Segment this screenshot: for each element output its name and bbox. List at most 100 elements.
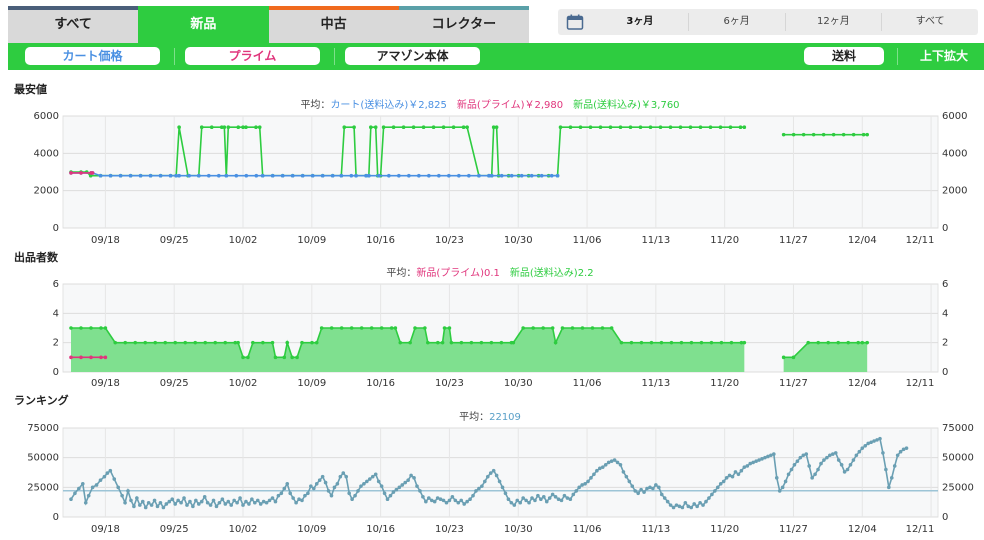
data-point [688, 125, 693, 129]
data-point [627, 479, 632, 484]
tab-new[interactable]: 新品 [138, 6, 269, 43]
range-all[interactable]: すべて [881, 13, 978, 31]
data-point [206, 173, 211, 178]
data-point [261, 340, 265, 345]
data-point [698, 500, 702, 505]
data-point [369, 326, 374, 330]
data-point [539, 497, 543, 502]
data-point [155, 504, 160, 509]
data-point [379, 326, 384, 330]
x-tick-label: 10/30 [504, 235, 533, 246]
data-point [629, 340, 634, 345]
data-point [132, 504, 136, 509]
data-point [598, 125, 603, 129]
data-point [772, 452, 776, 456]
legend-prefix: 平均： [300, 99, 330, 111]
chart-legend: 平均：22109 [459, 411, 521, 423]
data-point [562, 493, 567, 498]
data-point [234, 173, 239, 178]
data-point [253, 500, 257, 505]
vertical-zoom-toggle[interactable]: 上下拡大 [920, 43, 968, 70]
data-point [884, 467, 888, 472]
data-point [461, 125, 466, 129]
chart-title: 最安値 [14, 82, 47, 96]
legend-entry: 新品(プライム)0.1 [416, 266, 510, 279]
tab-collector[interactable]: コレクター [398, 6, 529, 43]
data-point [453, 498, 458, 503]
range-12-months[interactable]: 12ヶ月 [784, 13, 882, 31]
data-point [168, 173, 173, 178]
data-point [860, 340, 865, 345]
toggle-cart-price[interactable]: カート価格 [25, 47, 160, 65]
data-point [349, 326, 354, 330]
data-point [353, 493, 357, 498]
data-point [397, 173, 401, 178]
data-point [789, 467, 794, 472]
data-point [500, 485, 505, 490]
data-point [415, 484, 419, 488]
data-point [295, 355, 299, 360]
data-point [848, 462, 853, 467]
data-point [589, 476, 593, 480]
data-point [659, 492, 664, 497]
x-tick-label: 12/11 [906, 235, 935, 246]
data-point [335, 481, 340, 486]
data-point [531, 326, 535, 330]
tab-all[interactable]: すべて [8, 6, 139, 43]
data-point [319, 326, 324, 330]
data-point [408, 340, 412, 345]
data-point [246, 355, 250, 360]
data-point [77, 486, 81, 491]
data-point [742, 340, 747, 345]
data-point [881, 451, 885, 455]
data-point [441, 125, 446, 129]
x-tick-label: 10/23 [435, 378, 464, 389]
data-point [477, 486, 481, 491]
data-point [432, 499, 437, 504]
data-point [211, 498, 216, 503]
data-point [103, 355, 108, 360]
data-point [503, 491, 508, 496]
data-point [639, 340, 644, 345]
data-point [108, 468, 113, 473]
data-point [244, 499, 248, 504]
data-point [179, 500, 183, 505]
tab-used[interactable]: 中古 [268, 6, 399, 43]
data-point [188, 499, 192, 504]
data-point [609, 326, 614, 330]
data-point [273, 355, 278, 360]
toggle-amazon[interactable]: アマゾン本体 [345, 47, 480, 65]
data-point [236, 125, 241, 129]
calendar-icon[interactable] [558, 14, 592, 30]
data-point [382, 491, 387, 496]
x-tick-label: 09/18 [91, 235, 120, 246]
toggle-prime[interactable]: プライム [185, 47, 320, 65]
data-point [668, 503, 673, 507]
data-point [236, 340, 240, 345]
data-point [530, 496, 534, 500]
data-point [568, 125, 573, 129]
data-point [701, 503, 705, 507]
data-point [285, 340, 290, 345]
data-point [524, 498, 528, 503]
data-point [205, 500, 210, 505]
data-point [389, 326, 394, 330]
y-tick-label-right: 6 [942, 279, 948, 290]
data-point [387, 173, 391, 178]
tab-stripe [138, 6, 269, 10]
x-tick-label: 10/02 [229, 524, 258, 535]
data-point [662, 496, 667, 500]
data-point [320, 173, 325, 178]
data-point [391, 125, 396, 129]
data-point [668, 125, 673, 129]
data-point [839, 462, 844, 467]
data-point [133, 340, 138, 345]
data-point [791, 355, 796, 360]
toggle-shipping[interactable]: 送料 [804, 47, 884, 65]
data-point [250, 497, 254, 502]
data-point [549, 173, 554, 178]
data-point [471, 493, 475, 498]
range-3-months[interactable]: 3ヶ月 [592, 13, 688, 31]
data-point [553, 495, 558, 499]
range-6-months[interactable]: 6ヶ月 [687, 13, 785, 31]
